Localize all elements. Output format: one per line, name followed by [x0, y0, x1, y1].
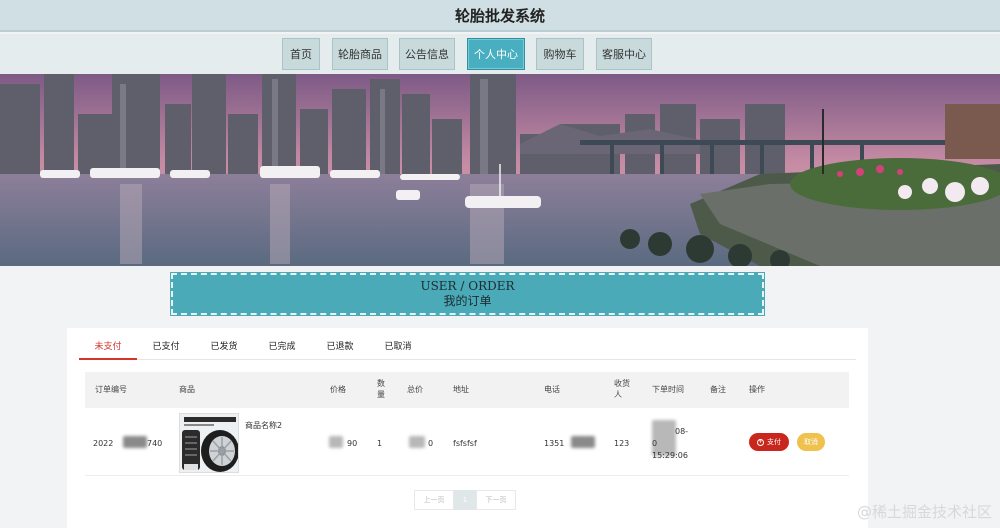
order-time-line3: 15:29:06 [652, 451, 688, 460]
th-phone: 电话 [544, 385, 560, 394]
nav-home[interactable]: 首页 [282, 38, 320, 70]
section-header: USER / ORDER 我的订单 [171, 273, 764, 315]
th-address: 地址 [453, 385, 469, 394]
main-nav: 首页 轮胎商品 公告信息 个人中心 购物车 客服中心 [0, 34, 1000, 74]
order-time-line2: 0 [652, 439, 658, 448]
nav-tire-products[interactable]: 轮胎商品 [332, 38, 388, 70]
pay-label: 支付 [767, 438, 781, 446]
pay-icon: ¥ [757, 438, 764, 446]
table-row: 2022 740 商品名称2 90 1 0 fsfsfsf 1351 123 0… [85, 408, 849, 476]
th-remark: 备注 [710, 385, 726, 394]
tab-cancelled[interactable]: 已取消 [369, 336, 427, 360]
th-product: 商品 [179, 385, 195, 394]
next-page-button[interactable]: 下一页 [476, 490, 516, 510]
th-order-time: 下单时间 [652, 385, 684, 394]
nav-announcements[interactable]: 公告信息 [399, 38, 455, 70]
redacted-phone [571, 436, 595, 448]
nav-personal-center[interactable]: 个人中心 [467, 38, 525, 70]
watermark: @稀土掘金技术社区 [856, 503, 992, 521]
top-bar: 轮胎批发系统 [0, 0, 1000, 32]
nav-cart[interactable]: 购物车 [536, 38, 584, 70]
table-header: 订单编号 商品 价格 数量 总价 地址 电话 收货人 下单时间 备注 操作 [85, 372, 849, 408]
th-total: 总价 [407, 385, 423, 394]
redacted-price [329, 436, 343, 448]
product-thumbnail [179, 413, 239, 473]
phone-prefix: 1351 [544, 439, 565, 448]
th-qty: 数量 [377, 379, 385, 399]
order-no-prefix: 2022 [93, 439, 114, 448]
quantity: 1 [377, 439, 383, 448]
product-name: 商品名称2 [245, 421, 283, 430]
redacted-order-no [123, 436, 147, 448]
receiver: 123 [614, 439, 630, 448]
site-title: 轮胎批发系统 [454, 7, 545, 25]
th-price: 价格 [330, 385, 346, 394]
pagination: 上一页 1 下一页 [414, 490, 516, 510]
prev-page-button[interactable]: 上一页 [414, 490, 454, 510]
tab-shipped[interactable]: 已发货 [195, 336, 253, 360]
th-action: 操作 [749, 385, 765, 394]
tab-paid[interactable]: 已支付 [137, 336, 195, 360]
th-receiver: 收货人 [614, 379, 630, 399]
banner-image [0, 74, 1000, 266]
tab-completed[interactable]: 已完成 [253, 336, 311, 360]
order-status-tabs: 未支付 已支付 已发货 已完成 已退款 已取消 [79, 336, 856, 360]
page-number-current[interactable]: 1 [454, 490, 476, 510]
nav-customer-service[interactable]: 客服中心 [596, 38, 652, 70]
section-title-en: USER / ORDER [420, 279, 515, 293]
price-suffix: 90 [347, 439, 358, 448]
cancel-button[interactable]: 取消 [797, 433, 825, 451]
address: fsfsfsf [453, 439, 477, 448]
order-time-line1: 08- [675, 427, 689, 436]
order-no-suffix: 740 [147, 439, 163, 448]
section-title-zh: 我的订单 [443, 294, 492, 308]
tab-refunded[interactable]: 已退款 [311, 336, 369, 360]
tab-unpaid[interactable]: 未支付 [79, 336, 137, 360]
redacted-total [409, 436, 425, 448]
total-suffix: 0 [428, 439, 434, 448]
orders-panel: 未支付 已支付 已发货 已完成 已退款 已取消 订单编号 商品 价格 数量 总价… [67, 328, 868, 528]
th-order-no: 订单编号 [95, 385, 127, 394]
pay-button[interactable]: ¥ 支付 [749, 433, 789, 451]
